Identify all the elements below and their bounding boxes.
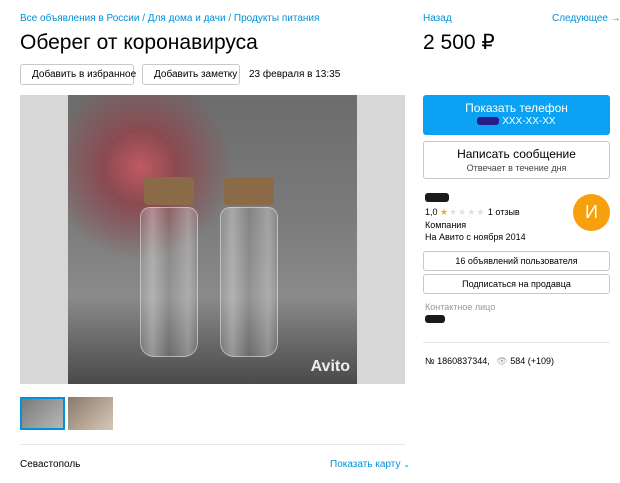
view-count: 584 (+109) [510,356,554,366]
location-city: Севастополь [20,459,81,470]
publish-date: 23 февраля в 13:35 [249,69,341,80]
response-time: Отвечает в течение дня [466,163,567,173]
show-phone-label: Показать телефон [465,101,568,115]
rating-value: 1,0 [425,207,438,217]
seller-name-mask[interactable] [425,193,449,202]
show-map-link[interactable]: Показать карту ⌄ [330,459,410,470]
bottle-left [140,207,198,357]
cork-left [144,177,194,205]
bottle-right [220,207,278,357]
add-to-favorites-label: Добавить в избранное [32,69,137,80]
show-map-label: Показать карту [330,459,401,470]
seller-since: На Авито с ноября 2014 [425,232,526,242]
divider [20,444,405,445]
ad-info: № 1860837344, 👁 584 (+109) [425,356,554,367]
contact-name-mask [425,315,445,323]
avito-watermark: Avito [310,358,350,375]
cork-right [224,177,274,205]
photo-side-right [357,95,405,384]
chevron-down-icon: ⌄ [403,460,410,469]
photo-image [68,95,357,384]
reviews-link[interactable]: 1 отзыв [488,207,520,217]
seller-rating: 1,0 ★★★★★ 1 отзыв [425,207,520,218]
eye-icon: 👁 [496,356,508,366]
main-photo[interactable]: Avito [20,95,405,384]
page-title: Оберег от коронавируса [20,31,258,54]
write-message-button[interactable]: Написать сообщение Отвечает в течение дн… [423,141,610,179]
photo-side-left [20,95,68,384]
divider [423,342,610,343]
seller-type: Компания [425,220,467,230]
write-message-label: Написать сообщение [457,147,576,161]
next-link[interactable]: Следующее → [552,13,620,24]
user-listings-button[interactable]: 16 объявлений пользователя [423,251,610,271]
avatar[interactable]: И [573,194,610,231]
photo-thumbnail-1[interactable] [20,397,65,430]
phone-mask [477,117,500,126]
subscribe-seller-button[interactable]: Подписаться на продавца [423,274,610,294]
show-phone-button[interactable]: Показать телефон XXX-XX-XX [423,95,610,135]
add-note-label: Добавить заметку [154,69,238,80]
photo-thumbnail-2[interactable] [68,397,113,430]
prev-link[interactable]: Назад [423,13,452,24]
ad-number: № 1860837344, [425,356,490,366]
masked-phone: XXX-XX-XX [423,116,610,127]
contact-person-label: Контактное лицо [425,302,496,312]
rating-stars: ★★★★★ [440,207,486,217]
add-note-button[interactable]: Добавить заметку [142,64,240,85]
add-to-favorites-button[interactable]: Добавить в избранное [20,64,137,85]
phone-masked-digits: XXX-XX-XX [502,116,556,127]
price: 2 500 ₽ [423,31,495,54]
breadcrumb[interactable]: Все объявления в России / Для дома и дач… [20,13,319,24]
